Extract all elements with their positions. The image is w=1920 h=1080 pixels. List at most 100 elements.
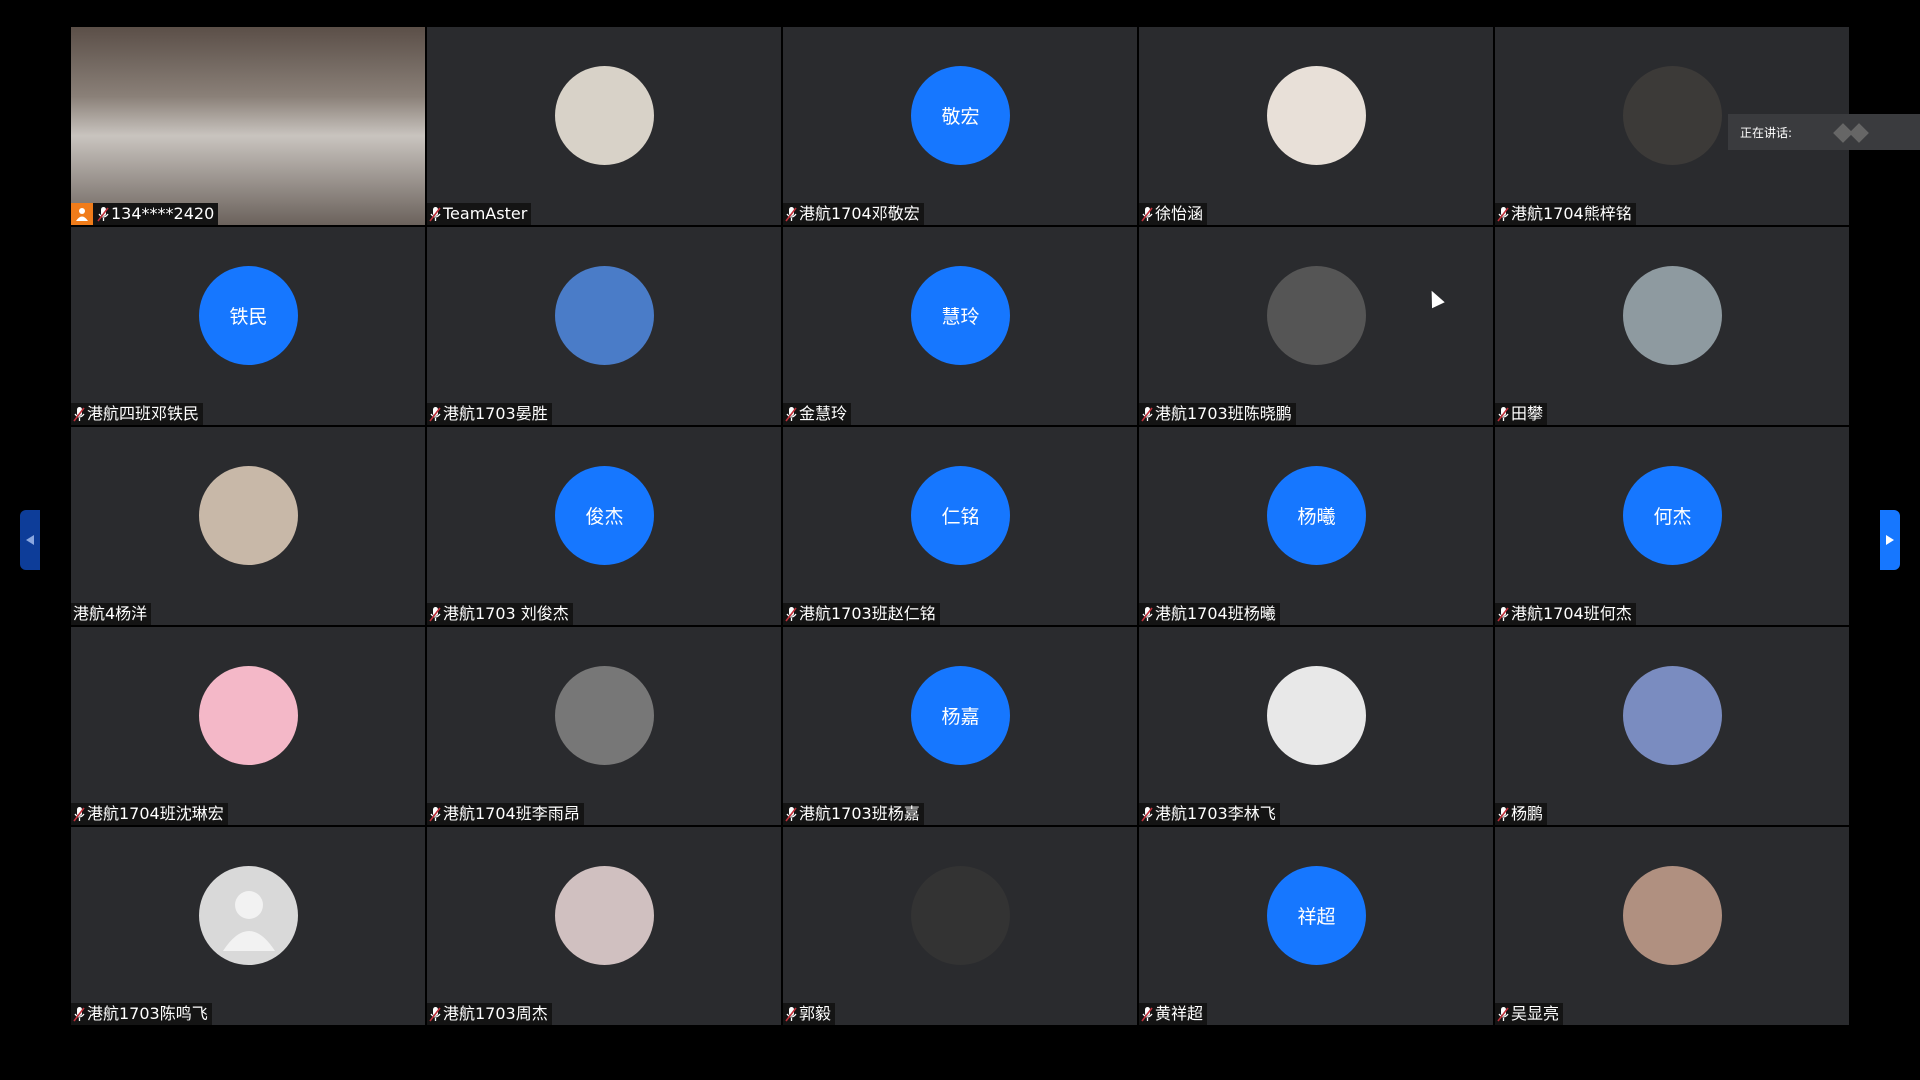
participant-name: 港航1703班杨嘉 xyxy=(799,804,920,823)
participant-name: 港航1703晏胜 xyxy=(443,404,548,423)
avatar-image xyxy=(199,666,298,765)
mic-muted-icon xyxy=(785,406,797,422)
participant-name: 港航1704班沈琳宏 xyxy=(87,804,224,823)
mic-muted-icon xyxy=(1497,806,1509,822)
next-page-button[interactable] xyxy=(1880,510,1900,570)
mic-muted-icon xyxy=(785,206,797,222)
mic-muted-icon xyxy=(97,206,109,222)
mic-muted-icon xyxy=(73,806,85,822)
mic-muted-icon xyxy=(429,206,441,222)
participant-name-label: 港航1703周杰 xyxy=(427,1003,552,1025)
participant-name: TeamAster xyxy=(443,204,528,223)
participant-name-label: 港航4杨洋 xyxy=(71,603,152,625)
participant-tile[interactable]: 港航1703班陈晓鹏 xyxy=(1139,227,1493,425)
participant-tile[interactable]: 铁民港航四班邓铁民 xyxy=(71,227,425,425)
avatar-image xyxy=(199,466,298,565)
mic-muted-icon xyxy=(429,406,441,422)
participant-name: 港航1703班赵仁铭 xyxy=(799,604,936,623)
avatar-image xyxy=(555,666,654,765)
participant-name-label: 金慧玲 xyxy=(783,403,852,425)
participant-name: 港航1704邓敬宏 xyxy=(799,204,920,223)
participant-tile[interactable]: 杨鹏 xyxy=(1495,627,1849,825)
prev-page-button[interactable] xyxy=(20,510,40,570)
avatar-image xyxy=(1623,666,1722,765)
mic-muted-icon xyxy=(429,606,441,622)
participant-name: 港航1703周杰 xyxy=(443,1004,548,1023)
participant-name-label: 港航1704邓敬宏 xyxy=(783,203,924,225)
participant-name: 港航1704熊梓铭 xyxy=(1511,204,1632,223)
participant-tile[interactable]: 134****2420 xyxy=(71,27,425,225)
participant-name-label: 港航1704班李雨昂 xyxy=(427,803,584,825)
avatar-image xyxy=(1623,66,1722,165)
participant-name: 港航1703班陈晓鹏 xyxy=(1155,404,1292,423)
avatar-image xyxy=(1623,866,1722,965)
avatar-initials: 祥超 xyxy=(1267,866,1366,965)
avatar-image xyxy=(911,866,1010,965)
participant-tile[interactable]: 徐怡涵 xyxy=(1139,27,1493,225)
participant-name-label: 田攀 xyxy=(1495,403,1548,425)
avatar-image xyxy=(555,266,654,365)
avatar-image xyxy=(1267,266,1366,365)
chevron-right-icon xyxy=(1886,535,1894,545)
video-feed xyxy=(71,27,425,225)
participant-tile[interactable]: 何杰 港航1704班何杰 xyxy=(1495,427,1849,625)
participant-name: 吴显亮 xyxy=(1511,1004,1560,1023)
participant-tile[interactable]: 仁铭港航1703班赵仁铭 xyxy=(783,427,1137,625)
participant-name: 杨鹏 xyxy=(1511,804,1544,823)
participant-name: 港航1703李林飞 xyxy=(1155,804,1276,823)
participant-tile[interactable]: 祥超黄祥超 xyxy=(1139,827,1493,1025)
participant-tile[interactable]: 港航4杨洋 xyxy=(71,427,425,625)
participant-name: 港航1703陈鸣飞 xyxy=(87,1004,208,1023)
participant-tile[interactable]: 港航1703陈鸣飞 xyxy=(71,827,425,1025)
participant-name: 港航四班邓铁民 xyxy=(87,404,200,423)
participant-name: 金慧玲 xyxy=(799,404,848,423)
participant-tile[interactable]: 田攀 xyxy=(1495,227,1849,425)
default-avatar-icon xyxy=(199,866,298,965)
participant-tile[interactable]: 吴显亮 xyxy=(1495,827,1849,1025)
participant-tile[interactable]: 敬宏港航1704邓敬宏 xyxy=(783,27,1137,225)
participant-name: 港航1704班何杰 xyxy=(1511,604,1632,623)
participant-name-label: 港航1703 刘俊杰 xyxy=(427,603,573,625)
participant-name: 徐怡涵 xyxy=(1155,204,1204,223)
participant-tile[interactable]: 港航1703晏胜 xyxy=(427,227,781,425)
avatar-initials: 铁民 xyxy=(199,266,298,365)
participant-tile[interactable]: 港航1704班沈琳宏 xyxy=(71,627,425,825)
mic-muted-icon xyxy=(1497,1006,1509,1022)
avatar-initials: 慧玲 xyxy=(911,266,1010,365)
speaking-indicator: 正在讲话: xyxy=(1728,114,1920,150)
participant-name: 港航4杨洋 xyxy=(73,604,148,623)
participant-tile[interactable]: 郭毅 xyxy=(783,827,1137,1025)
avatar-image xyxy=(555,66,654,165)
avatar-initials: 敬宏 xyxy=(911,66,1010,165)
mic-muted-icon xyxy=(1497,206,1509,222)
participant-tile[interactable]: 杨嘉港航1703班杨嘉 xyxy=(783,627,1137,825)
participant-grid: 134****2420 TeamAster 敬宏 港航1704邓敬宏 徐怡涵 港航1704… xyxy=(71,27,1849,1025)
participant-name-label: 港航1704班杨曦 xyxy=(1139,603,1280,625)
participant-name-label: 港航1703班杨嘉 xyxy=(783,803,924,825)
participant-name: 黄祥超 xyxy=(1155,1004,1204,1023)
avatar-initials: 杨嘉 xyxy=(911,666,1010,765)
participant-tile[interactable]: 港航1704班李雨昂 xyxy=(427,627,781,825)
participant-name-label: 港航1703陈鸣飞 xyxy=(71,1003,212,1025)
participant-name-label: 港航四班邓铁民 xyxy=(71,403,204,425)
participant-name: 郭毅 xyxy=(799,1004,832,1023)
mic-muted-icon xyxy=(785,606,797,622)
mic-muted-icon xyxy=(785,1006,797,1022)
participant-tile[interactable]: 俊杰 港航1703 刘俊杰 xyxy=(427,427,781,625)
participant-name-label: 港航1704班沈琳宏 xyxy=(71,803,228,825)
participant-tile[interactable]: 杨曦 港航1704班杨曦 xyxy=(1139,427,1493,625)
participant-name-label: 港航1704班何杰 xyxy=(1495,603,1636,625)
participant-tile[interactable]: TeamAster xyxy=(427,27,781,225)
mic-muted-icon xyxy=(73,1006,85,1022)
participant-tile[interactable]: 港航1703李林飞 xyxy=(1139,627,1493,825)
avatar-image xyxy=(555,866,654,965)
mic-muted-icon xyxy=(1141,1006,1153,1022)
participant-tile[interactable]: 港航1703周杰 xyxy=(427,827,781,1025)
participant-name-label: 杨鹏 xyxy=(1495,803,1548,825)
mic-muted-icon xyxy=(1141,206,1153,222)
avatar-initials: 仁铭 xyxy=(911,466,1010,565)
participant-tile[interactable]: 慧玲金慧玲 xyxy=(783,227,1137,425)
participant-name-label: TeamAster xyxy=(427,203,532,225)
chevron-left-icon xyxy=(26,535,34,545)
participant-name: 134****2420 xyxy=(111,204,215,223)
